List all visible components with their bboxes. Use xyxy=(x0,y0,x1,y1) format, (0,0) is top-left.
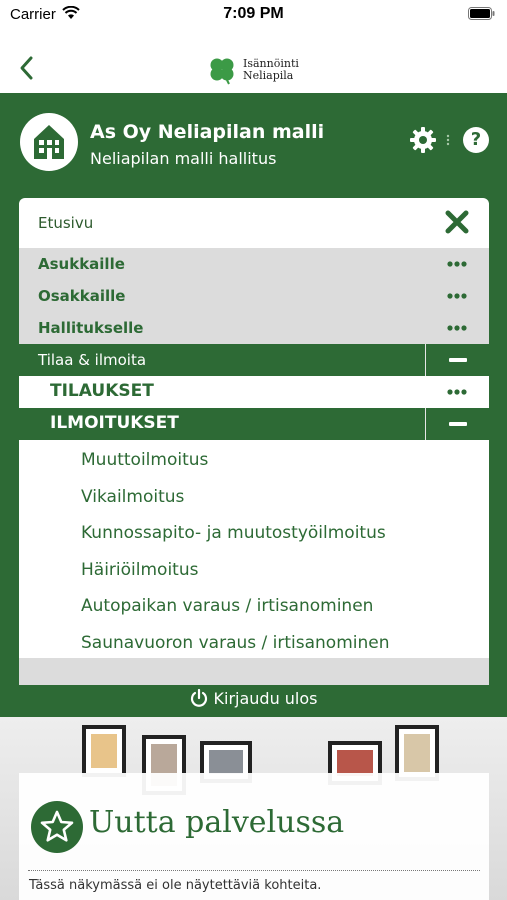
menu-item-label: Osakkaille xyxy=(38,287,126,305)
collapse-icon[interactable] xyxy=(425,408,489,440)
menu-footer xyxy=(19,658,489,685)
menu-item-label: Asukkaille xyxy=(38,255,125,273)
menu-home-row[interactable]: Etusivu xyxy=(19,198,489,248)
user-role: Neliapilan malli hallitus xyxy=(90,149,277,168)
main-panel: As Oy Neliapilan malli Neliapilan malli … xyxy=(0,93,507,717)
link-autopaikan-varaus[interactable]: Autopaikan varaus / irtisanominen xyxy=(19,588,489,625)
collapse-icon[interactable] xyxy=(425,344,489,376)
back-icon[interactable] xyxy=(12,53,42,83)
menu-item-osakkaille[interactable]: Osakkaille xyxy=(19,280,489,312)
news-card: Uutta palvelussa Tässä näkymässä ei ole … xyxy=(19,773,489,900)
link-vikailmoitus[interactable]: Vikailmoitus xyxy=(19,479,489,516)
menu-subgroup-tilaukset[interactable]: TILAUKSET xyxy=(19,376,489,408)
menu-item-label: Tilaa & ilmoita xyxy=(38,351,147,369)
close-icon[interactable] xyxy=(445,210,469,234)
star-icon xyxy=(31,801,83,853)
menu-home-label: Etusivu xyxy=(38,214,94,232)
link-muuttoilmoitus[interactable]: Muuttoilmoitus xyxy=(19,442,489,479)
menu-subgroup-label: ILMOITUKSET xyxy=(50,413,179,433)
brand-logo: Isännöinti Neliapila xyxy=(207,55,299,85)
brand-line-2: Neliapila xyxy=(243,69,294,82)
menu-item-tilaa-ilmoita[interactable]: Tilaa & ilmoita xyxy=(19,344,489,376)
logout-label: Kirjaudu ulos xyxy=(213,689,318,708)
top-navigation: Isännöinti Neliapila xyxy=(0,40,507,93)
status-time: 7:09 PM xyxy=(223,5,284,22)
navigation-menu: Etusivu Asukkaille Osakkaille Hallitukse… xyxy=(19,198,489,685)
ilmoitukset-list: Muuttoilmoitus Vikailmoitus Kunnossapito… xyxy=(19,440,489,658)
menu-subgroup-label: TILAUKSET xyxy=(50,381,154,401)
more-dots-icon[interactable] xyxy=(447,325,467,331)
more-dots-icon[interactable] xyxy=(447,261,467,267)
house-icon xyxy=(20,113,78,171)
more-dots-icon[interactable] xyxy=(447,389,467,395)
separator-dots-icon xyxy=(446,134,450,146)
brand-name: Isännöinti Neliapila xyxy=(243,58,299,82)
divider xyxy=(28,870,480,871)
help-icon[interactable]: ? xyxy=(463,127,489,153)
picture-frame xyxy=(82,725,126,777)
menu-item-hallitukselle[interactable]: Hallitukselle xyxy=(19,312,489,344)
logout-button[interactable]: Kirjaudu ulos xyxy=(0,688,507,708)
link-hairioilmoitus[interactable]: Häiriöilmoitus xyxy=(19,552,489,589)
empty-state-text: Tässä näkymässä ei ole näytettäviä kohte… xyxy=(29,878,322,893)
building-name: As Oy Neliapilan malli xyxy=(90,121,325,143)
more-dots-icon[interactable] xyxy=(447,293,467,299)
menu-subgroup-ilmoitukset[interactable]: ILMOITUKSET xyxy=(19,408,489,440)
news-title: Uutta palvelussa xyxy=(89,805,345,840)
battery-icon xyxy=(468,7,495,20)
link-saunavuoron-varaus[interactable]: Saunavuoron varaus / irtisanominen xyxy=(19,625,489,662)
gear-icon[interactable] xyxy=(408,125,438,155)
menu-item-asukkaille[interactable]: Asukkaille xyxy=(19,248,489,280)
link-kunnossapito-ilmoitus[interactable]: Kunnossapito- ja muutostyöilmoitus xyxy=(19,515,489,552)
menu-item-label: Hallitukselle xyxy=(38,319,144,337)
power-icon xyxy=(190,688,207,707)
status-bar: Carrier 7:09 PM xyxy=(0,0,507,30)
clover-logo-icon xyxy=(210,58,234,85)
